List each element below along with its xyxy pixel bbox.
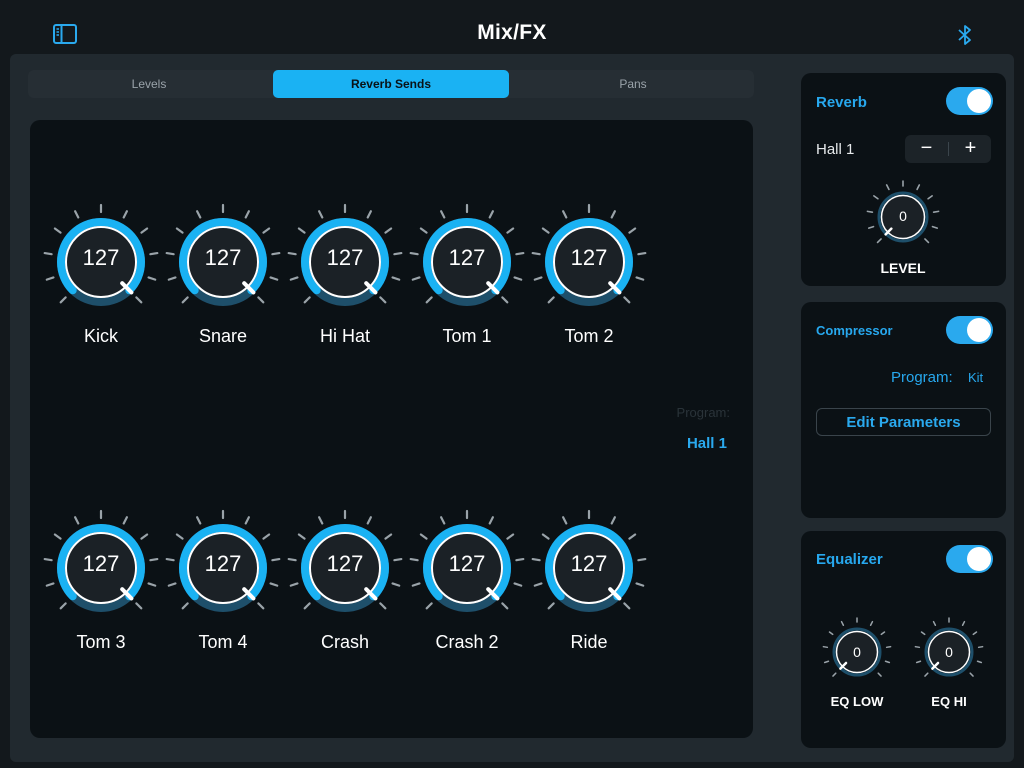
knob-graphic [409, 509, 525, 612]
knob-label: Tom 2 [564, 326, 614, 346]
eq-hi-label: EQ HI [931, 694, 967, 709]
knob-graphic [914, 617, 984, 677]
knob-label: Kick [83, 326, 118, 346]
channel-knob[interactable]: 127 Kick [41, 202, 161, 352]
reverb-sends-panel: 127 Kick 127 Snare 127 Hi Hat 127 Tom 1 127 Tom 2… [30, 120, 753, 738]
channel-knob[interactable]: 127 Hi Hat [285, 202, 405, 352]
knob-label: Tom 1 [442, 326, 492, 346]
reverb-program-stepper: − + [905, 135, 991, 163]
decrement-button[interactable]: − [905, 135, 948, 163]
reverb-toggle[interactable] [946, 87, 993, 115]
knob-label: Ride [570, 632, 608, 652]
knob-graphic [822, 617, 892, 677]
compressor-program-value[interactable]: Kit [968, 370, 983, 385]
compressor-toggle[interactable] [946, 316, 993, 344]
channel-knob[interactable]: 127 Tom 4 [163, 508, 283, 658]
channel-knob[interactable]: 127 Crash 2 [407, 508, 527, 658]
program-value: Hall 1 [686, 435, 727, 452]
knob-graphic [287, 509, 403, 612]
knob-graphic [43, 509, 159, 612]
reverb-level-label: LEVEL [880, 260, 926, 276]
knob-graphic [531, 509, 647, 612]
knob-label: Snare [198, 326, 248, 346]
reverb-panel: Reverb Hall 1 − + 0 LEVEL [801, 73, 1006, 286]
equalizer-toggle[interactable] [946, 545, 993, 573]
knob-label: Tom 3 [76, 632, 126, 652]
tab-bar: Levels Reverb Sends Pans [28, 70, 754, 98]
reverb-title: Reverb [816, 94, 867, 111]
top-bar: Mix/FX [0, 0, 1024, 56]
eq-low-label: EQ LOW [830, 694, 884, 709]
knob-graphic [287, 203, 403, 306]
knob-graphic [165, 203, 281, 306]
equalizer-title: Equalizer [816, 551, 883, 568]
tab-levels[interactable]: Levels [28, 70, 270, 98]
tab-reverb-sends[interactable]: Reverb Sends [273, 70, 509, 98]
knob-graphic [409, 203, 525, 306]
knob-graphic [43, 203, 159, 306]
knob-label: Hi Hat [319, 326, 370, 346]
equalizer-panel: Equalizer 0 EQ LOW 0 EQ HI [801, 531, 1006, 748]
knob-graphic [866, 180, 940, 244]
channel-knob[interactable]: 127 Tom 1 [407, 202, 527, 352]
eq-hi-knob[interactable]: 0 EQ HI [912, 617, 986, 727]
tab-pans[interactable]: Pans [512, 70, 754, 98]
knob-graphic [165, 509, 281, 612]
reverb-program-label: Hall 1 [816, 141, 855, 158]
compressor-title: Compressor [816, 323, 893, 338]
knob-graphic [531, 203, 647, 306]
channel-knob[interactable]: 127 Crash [285, 508, 405, 658]
compressor-program-label: Program: [891, 369, 953, 386]
app-title: Mix/FX [477, 21, 547, 44]
channel-knob[interactable]: 127 Tom 2 [529, 202, 649, 352]
channel-knob[interactable]: 127 Ride [529, 508, 649, 658]
reverb-level-knob[interactable]: 0 LEVEL [863, 179, 943, 279]
channel-knob[interactable]: 127 Tom 3 [41, 508, 161, 658]
knob-label: Tom 4 [198, 632, 248, 652]
knob-label: Crash 2 [435, 632, 499, 652]
edit-parameters-button[interactable]: Edit Parameters [816, 408, 991, 436]
program-caption: Program: [676, 405, 730, 420]
knob-label: Crash [320, 632, 369, 652]
increment-button[interactable]: + [949, 135, 992, 163]
compressor-panel: Compressor Program: Kit Edit Parameters [801, 302, 1006, 518]
eq-low-knob[interactable]: 0 EQ LOW [820, 617, 894, 727]
bluetooth-icon[interactable] [955, 23, 975, 47]
channel-knob[interactable]: 127 Snare [163, 202, 283, 352]
